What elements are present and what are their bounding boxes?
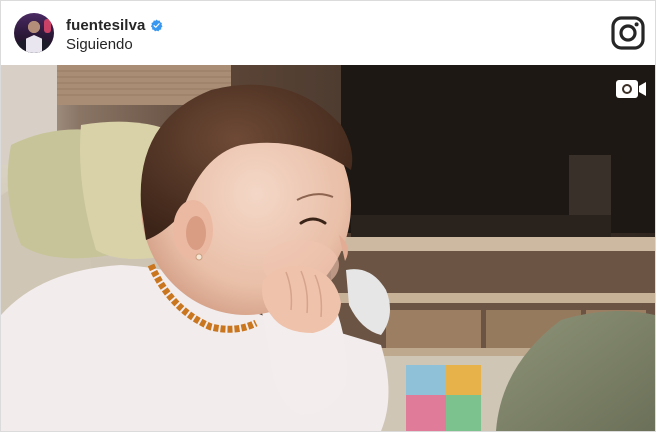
username-row: fuentesilva — [66, 16, 163, 34]
video-frame-image — [1, 65, 655, 431]
post-media-video[interactable] — [1, 65, 655, 431]
video-camera-icon — [616, 80, 646, 98]
follow-status[interactable]: Siguiendo — [66, 36, 133, 53]
profile-avatar[interactable] — [14, 13, 54, 53]
instagram-logo-icon[interactable] — [611, 16, 645, 50]
username-link[interactable]: fuentesilva — [66, 17, 145, 34]
post-header: fuentesilva Siguiendo — [1, 1, 655, 65]
verified-badge-icon — [151, 18, 163, 31]
instagram-post-embed: fuentesilva Siguiendo — [0, 0, 656, 432]
